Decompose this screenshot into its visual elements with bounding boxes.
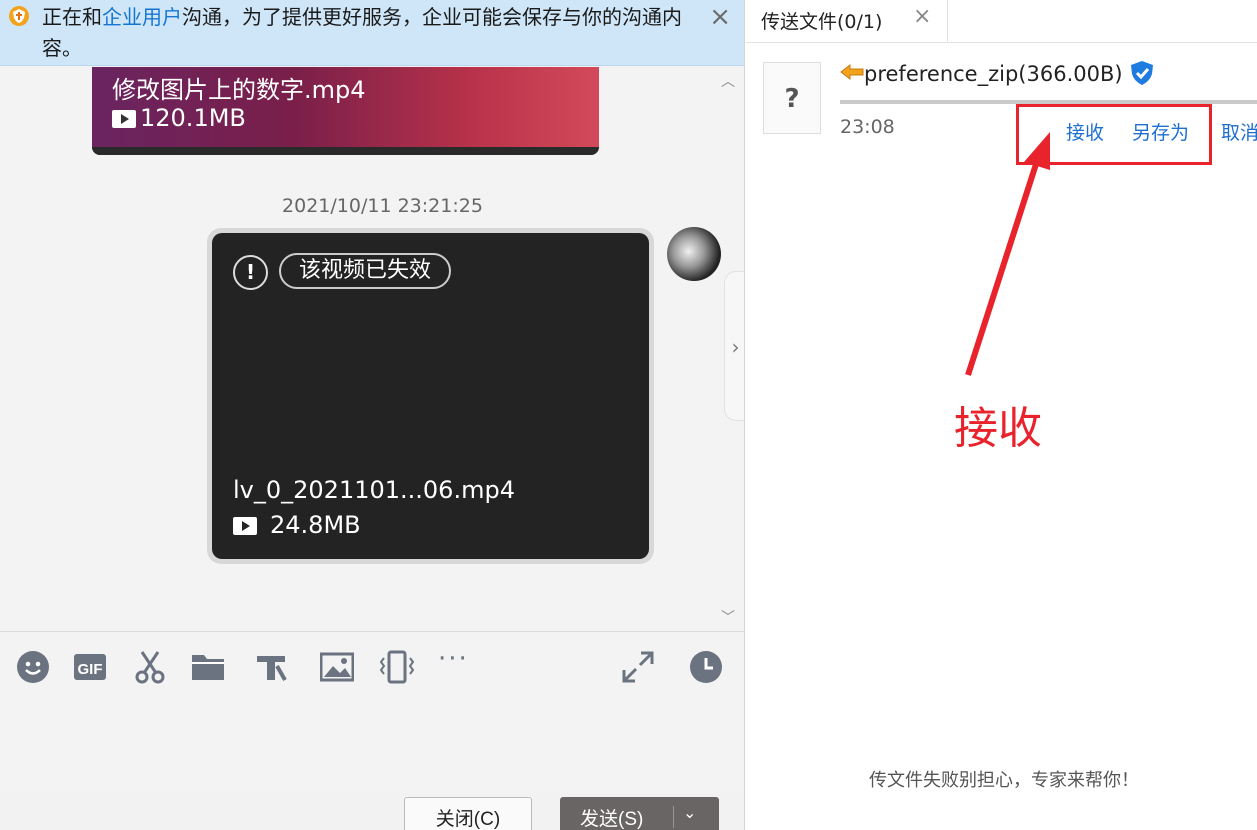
history-icon[interactable] — [689, 650, 723, 684]
side-panel-toggle[interactable]: › — [724, 271, 744, 421]
shake-icon[interactable] — [379, 650, 415, 684]
help-text[interactable]: 传文件失败别担心，专家来帮你！ — [746, 766, 1257, 792]
annotation-label: 接收 — [954, 403, 1042, 454]
annotation-arrow-icon — [965, 132, 1050, 376]
chevron-right-icon: › — [731, 335, 740, 359]
send-divider — [673, 806, 674, 828]
file-info: preference_zip(366.00B) — [840, 60, 1155, 90]
enterprise-user-link[interactable]: 企业用户 — [102, 5, 182, 29]
expired-badge: 该视频已失效 — [279, 253, 452, 289]
avatar[interactable] — [667, 227, 721, 281]
tab-label: 传送文件(0/1) — [761, 11, 883, 33]
expired-video-message[interactable]: ! 该视频已失效 lv_0_2021101...06.mp4 24.8MB — [207, 228, 654, 564]
message-timestamp: 2021/10/11 23:21:25 — [282, 195, 483, 217]
emoji-icon[interactable] — [16, 650, 50, 684]
video-name: 修改图片上的数字.mp4 — [112, 76, 366, 104]
video-thumbnail-strip — [92, 147, 599, 155]
chevron-down-icon[interactable]: ⌄ — [683, 803, 696, 823]
tab-close-icon[interactable]: × — [913, 4, 931, 29]
tab-file-transfer[interactable]: 传送文件(0/1) × — [746, 0, 948, 42]
unknown-file-icon: ? — [763, 62, 821, 134]
image-icon[interactable] — [319, 650, 355, 684]
folder-icon[interactable] — [191, 650, 225, 684]
svg-text:GIF: GIF — [78, 661, 103, 678]
gif-icon[interactable]: GIF — [73, 650, 107, 684]
transfer-time: 23:08 — [840, 116, 895, 138]
scroll-down-icon[interactable]: ﹀ — [721, 607, 735, 627]
tab-divider — [746, 42, 1257, 43]
video-name: lv_0_2021101...06.mp4 — [233, 476, 515, 504]
previous-video-message[interactable]: 修改图片上的数字.mp4 120.1MB — [92, 67, 599, 155]
message-input[interactable] — [0, 703, 744, 793]
play-icon — [233, 517, 257, 535]
message-area[interactable]: ︿ 修改图片上的数字.mp4 120.1MB 2021/10/11 23:21:… — [0, 67, 744, 630]
cancel-link[interactable]: 取消 — [1221, 118, 1257, 145]
file-name: preference_zip(366.00B) — [864, 62, 1123, 86]
incoming-arrow-icon — [840, 64, 864, 80]
warning-icon: ! — [233, 255, 268, 290]
play-icon — [112, 110, 136, 128]
rich-text-icon[interactable] — [254, 650, 288, 684]
send-label: 发送(S) — [580, 808, 644, 830]
shield-icon — [9, 6, 29, 26]
file-transfer-pane: 传送文件(0/1) × ? preference_zip(366.00B) 23… — [746, 0, 1257, 830]
notice-close-button[interactable]: × — [709, 2, 731, 32]
input-toolbar: GIF ··· — [0, 631, 744, 703]
notice-text: 正在和企业用户沟通，为了提供更好服务，企业可能会保存与你的沟通内容。 — [42, 5, 682, 60]
close-button[interactable]: 关闭(C) — [404, 797, 532, 830]
verified-shield-icon — [1130, 61, 1153, 85]
scissors-icon[interactable] — [133, 650, 167, 684]
video-size: 120.1MB — [140, 104, 246, 132]
chat-pane: 正在和企业用户沟通，为了提供更好服务，企业可能会保存与你的沟通内容。 × ︿ 修… — [0, 0, 745, 830]
scroll-up-icon[interactable]: ︿ — [721, 71, 735, 91]
notice-banner: 正在和企业用户沟通，为了提供更好服务，企业可能会保存与你的沟通内容。 × — [0, 0, 744, 66]
video-size: 24.8MB — [270, 511, 361, 539]
expand-icon[interactable] — [621, 650, 655, 684]
send-button[interactable]: 发送(S) ⌄ — [560, 797, 719, 830]
more-icon[interactable]: ··· — [438, 644, 472, 678]
